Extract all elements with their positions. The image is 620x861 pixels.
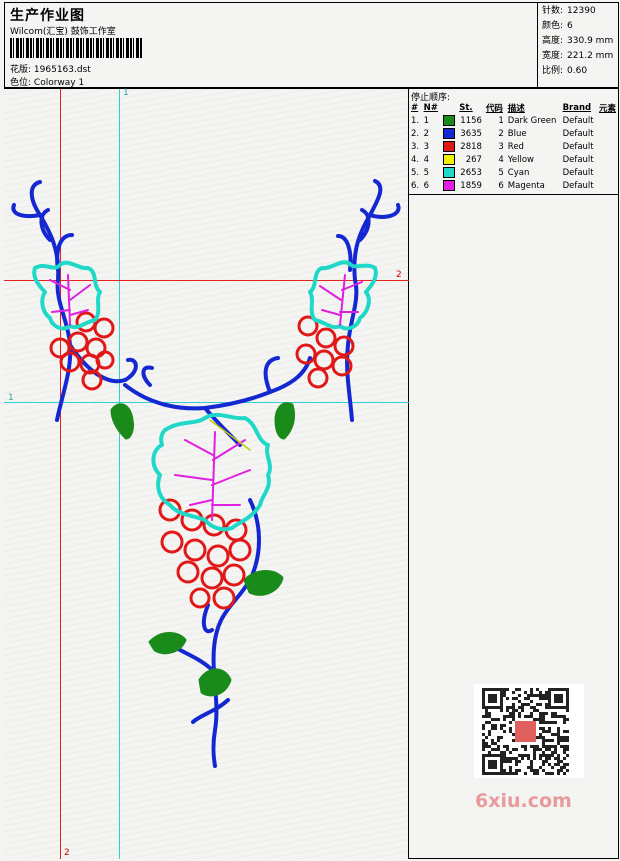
row-brand: Default [562,180,594,191]
row-stitches: 2653 [460,167,482,178]
stop-sequence-table: # N# St. 代码 描述 Brand 元素 1. 1 1156 1 Dark Gre… [409,101,619,192]
col-header-needle: N# [423,102,438,113]
table-row: 5. 5 2653 5 Cyan Default [409,166,619,179]
row-description: Yellow [507,154,534,165]
row-num: 1. [411,115,420,126]
table-row: 3. 3 2818 3 Red Default [409,140,619,153]
row-swatch [441,127,458,140]
row-stitches: 3635 [460,128,482,139]
table-row: 1. 1 1156 1 Dark Green Default [409,114,619,127]
qr-badge-icon [515,721,536,742]
row-num: 5. [411,167,420,178]
row-element [597,114,619,127]
color-swatch [442,115,455,126]
row-code: 6 [498,180,504,191]
row-element [597,127,619,140]
row-element [597,166,619,179]
row-needle: 4 [423,154,430,165]
row-needle: 6 [423,180,430,191]
row-num: 3. [411,141,420,152]
color-swatch [442,180,455,191]
yellow-stitch [209,419,251,451]
row-element [597,153,619,166]
color-swatch [442,154,455,165]
row-swatch [441,114,458,127]
row-num: 6. [411,180,420,191]
row-swatch [441,179,458,192]
row-description: Dark Green [507,115,557,126]
table-row: 2. 2 3635 2 Blue Default [409,127,619,140]
row-num: 4. [411,154,420,165]
row-num: 2. [411,128,420,139]
row-brand: Default [562,141,594,152]
col-header-brand: Brand [562,102,592,113]
row-brand: Default [562,128,594,139]
col-header-description: 描述 [507,103,525,114]
row-needle: 3 [423,141,430,152]
row-swatch [441,140,458,153]
row-code: 4 [498,154,504,165]
row-stitches: 1156 [460,115,482,126]
table-row: 6. 6 1859 6 Magenta Default [409,179,619,192]
row-description: Magenta [507,180,545,191]
row-stitches: 2818 [460,141,482,152]
row-swatch [441,166,458,179]
red-grapes [49,311,355,610]
row-brand: Default [562,167,594,178]
color-swatch [442,167,455,178]
cyan-leaves [32,260,378,532]
table-header-row: # N# St. 代码 描述 Brand 元素 [409,101,619,114]
row-element [597,140,619,153]
row-code: 1 [498,115,504,126]
row-needle: 1 [423,115,430,126]
row-description: Blue [507,128,527,139]
row-description: Cyan [507,167,530,178]
col-header-element: 元素 [599,103,617,114]
row-stitches: 267 [465,154,482,165]
qr-code [474,684,584,778]
row-element [597,179,619,192]
row-needle: 2 [423,128,430,139]
row-swatch [441,153,458,166]
row-code: 3 [498,141,504,152]
row-stitches: 1859 [460,180,482,191]
col-header-num: # [411,102,419,113]
row-code: 2 [498,128,504,139]
watermark-text: 6xiu.com [475,790,572,812]
qr-code-image [482,688,569,775]
color-swatch [442,141,455,152]
row-brand: Default [562,154,594,165]
color-swatch [442,128,455,139]
row-description: Red [507,141,524,152]
row-code: 5 [498,167,504,178]
table-row: 4. 4 267 4 Yellow Default [409,153,619,166]
col-header-swatch [441,101,458,114]
col-header-code: 代码 [485,103,503,114]
row-needle: 5 [423,167,430,178]
row-brand: Default [562,115,594,126]
col-header-stitches: St. [459,102,473,113]
panel-divider [409,194,619,195]
